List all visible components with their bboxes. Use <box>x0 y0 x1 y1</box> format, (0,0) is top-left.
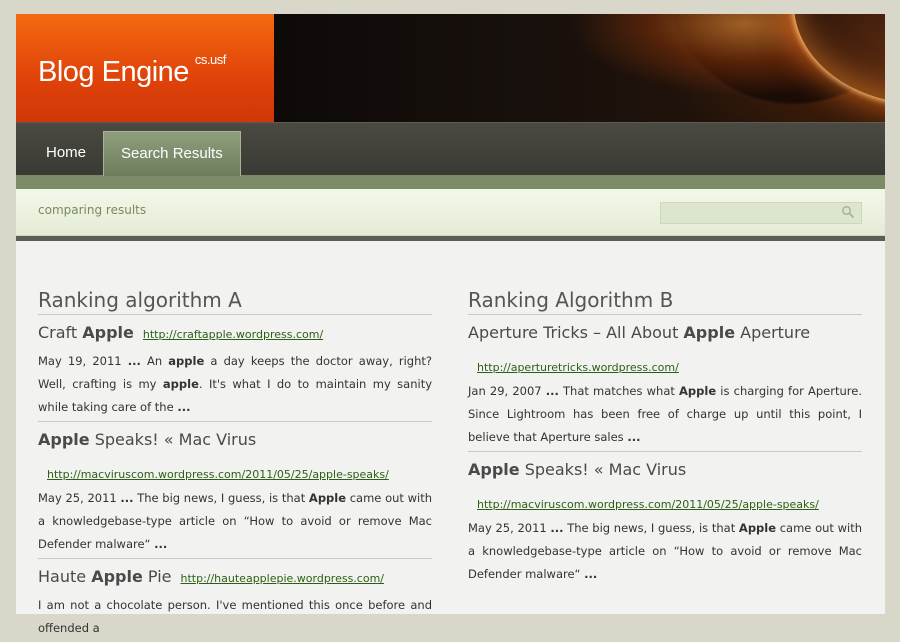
result-item: Craft Apple http://craftapple.wordpress.c… <box>38 322 432 422</box>
nav-underline-strip <box>16 175 885 189</box>
result-snippet: Jan 29, 2007 ... That matches what Apple… <box>468 384 862 444</box>
result-url[interactable]: http://aperturetricks.wordpress.com/ <box>477 360 862 376</box>
result-item: Apple Speaks! « Mac Virus http://macviru… <box>38 429 432 559</box>
divider-bar <box>16 236 885 241</box>
result-title[interactable]: Craft Apple http://craftapple.wordpress.c… <box>38 322 432 346</box>
result-snippet: I am not a chocolate person. I've mentio… <box>38 598 432 635</box>
result-title[interactable]: Haute Apple Pie http://hauteapplepie.word… <box>38 566 432 590</box>
results-column-b: Ranking Algorithm B Aperture Tricks – Al… <box>468 288 862 588</box>
main-nav: Home Search Results <box>16 122 885 176</box>
result-title[interactable]: Apple Speaks! « Mac Virus <box>468 459 862 481</box>
search-input[interactable] <box>660 202 862 224</box>
result-url[interactable]: http://hauteapplepie.wordpress.com/ <box>180 572 384 585</box>
site-logo[interactable]: Blog Engine cs.usf <box>38 52 226 89</box>
result-snippet: May 25, 2011 ... The big news, I guess, … <box>38 491 432 551</box>
result-snippet: May 25, 2011 ... The big news, I guess, … <box>468 521 862 581</box>
column-b-heading: Ranking Algorithm B <box>468 288 862 315</box>
result-snippet: May 19, 2011 ... An apple a day keeps th… <box>38 354 433 414</box>
nav-home[interactable]: Home <box>46 131 86 175</box>
result-item: Apple Speaks! « Mac Virus http://macviru… <box>468 459 862 586</box>
result-item: Haute Apple Pie http://hauteapplepie.word… <box>38 566 432 640</box>
page-subtitle: comparing results <box>38 203 147 217</box>
header-banner-image <box>274 14 885 122</box>
result-title[interactable]: Aperture Tricks – All About Apple Apertu… <box>468 322 862 344</box>
site-superscript: cs.usf <box>194 52 226 67</box>
site-header: Blog Engine cs.usf <box>16 14 885 122</box>
result-url[interactable]: http://craftapple.wordpress.com/ <box>143 328 323 341</box>
result-title[interactable]: Apple Speaks! « Mac Virus <box>38 429 432 451</box>
nav-search-results[interactable]: Search Results <box>103 131 241 176</box>
results-column-a: Ranking algorithm A Craft Apple http://cr… <box>38 288 432 642</box>
search-icon[interactable] <box>841 205 855 219</box>
result-url[interactable]: http://macviruscom.wordpress.com/2011/05… <box>477 497 862 513</box>
site-title: Blog Engine <box>38 56 189 88</box>
planet-graphic <box>794 14 885 104</box>
subheader-bar: comparing results <box>16 189 885 236</box>
result-url[interactable]: http://macviruscom.wordpress.com/2011/05… <box>47 467 432 483</box>
logo-box: Blog Engine cs.usf <box>16 14 274 122</box>
result-item: Aperture Tricks – All About Apple Apertu… <box>468 322 862 452</box>
column-a-heading: Ranking algorithm A <box>38 288 432 315</box>
